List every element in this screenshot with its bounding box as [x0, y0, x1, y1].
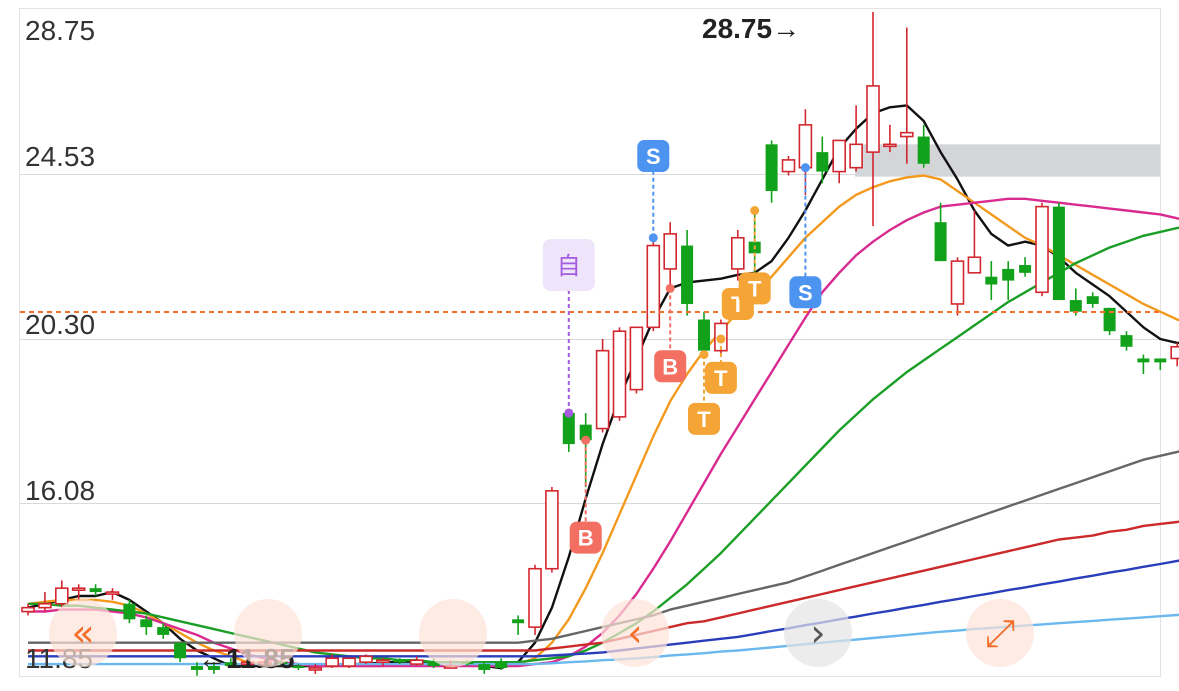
candle[interactable]: [89, 588, 102, 593]
candle[interactable]: [512, 619, 525, 624]
control-background: [419, 599, 487, 667]
candle[interactable]: [123, 603, 136, 620]
candle[interactable]: [1120, 335, 1133, 347]
candle[interactable]: [1137, 358, 1150, 363]
candle[interactable]: [1086, 296, 1099, 304]
candle[interactable]: [21, 606, 35, 613]
marker-label: 自: [557, 252, 581, 280]
candle[interactable]: [595, 349, 610, 430]
candle[interactable]: [308, 667, 323, 671]
candle[interactable]: [140, 619, 153, 628]
candle[interactable]: [478, 664, 491, 670]
y-axis-label: 20.30: [25, 309, 95, 340]
candle[interactable]: [698, 319, 710, 351]
candle[interactable]: [967, 256, 982, 274]
marker-label: B: [578, 526, 594, 551]
marker-dot: [800, 163, 810, 173]
marker-dot: [750, 206, 760, 216]
candle[interactable]: [832, 139, 847, 173]
candle[interactable]: [934, 222, 947, 262]
y-axis-label: 28.75: [25, 15, 95, 46]
candle[interactable]: [765, 144, 778, 192]
marker-label: T: [748, 276, 762, 301]
candle[interactable]: [950, 260, 965, 305]
marker-label: S: [798, 280, 813, 305]
candle[interactable]: [646, 244, 661, 329]
candle[interactable]: [629, 326, 644, 391]
candle[interactable]: [562, 412, 575, 445]
pause-button[interactable]: [419, 599, 487, 667]
kline-chart-svg: 28.7524.5320.3016.0811.85 28.75→←11.85 «…: [19, 8, 1179, 677]
fullscreen-button[interactable]: ⤢: [966, 599, 1034, 667]
candle[interactable]: [663, 233, 678, 270]
candle[interactable]: [917, 136, 930, 164]
candle[interactable]: [174, 642, 187, 659]
prev-button[interactable]: ‹: [601, 599, 669, 667]
marker-label: T: [697, 407, 711, 432]
candle[interactable]: [54, 587, 69, 605]
next-icon: ›: [810, 611, 825, 655]
candle[interactable]: [1170, 345, 1179, 360]
trade-marker-self[interactable]: 自: [542, 239, 595, 418]
chart-border: [19, 8, 1161, 677]
candle[interactable]: [38, 602, 52, 609]
candle[interactable]: [866, 85, 880, 153]
marker-dot: [648, 233, 658, 243]
marker-dot: [716, 334, 726, 344]
rewind-button[interactable]: «: [49, 599, 117, 667]
candle[interactable]: [545, 490, 559, 570]
candle[interactable]: [1019, 265, 1032, 273]
candle[interactable]: [883, 143, 897, 148]
marker-label: B: [662, 354, 678, 379]
step-back-button[interactable]: [234, 599, 302, 667]
candle[interactable]: [798, 124, 813, 169]
y-axis-label: 24.53: [25, 141, 95, 172]
candle[interactable]: [1154, 358, 1167, 363]
candle[interactable]: [409, 659, 424, 665]
candle[interactable]: [849, 143, 863, 169]
prev-icon: ‹: [627, 611, 642, 655]
y-axis-label: 16.08: [25, 475, 95, 506]
candle[interactable]: [71, 587, 86, 591]
fullscreen-icon: ⤢: [985, 611, 1015, 655]
trade-marker-sell[interactable]: S: [789, 163, 822, 309]
candle[interactable]: [393, 660, 406, 663]
kline-chart[interactable]: 28.7524.5320.3016.0811.85 28.75→←11.85 «…: [0, 0, 1179, 686]
max-price-label: 28.75→: [702, 13, 800, 44]
candle[interactable]: [730, 236, 745, 270]
marker-label: S: [646, 144, 661, 169]
trade-marker-sell[interactable]: S: [637, 140, 670, 243]
candle[interactable]: [325, 657, 340, 667]
candle[interactable]: [681, 245, 694, 304]
marker-dot: [581, 435, 591, 445]
candle[interactable]: [1052, 206, 1065, 301]
candle[interactable]: [359, 655, 373, 663]
next-button[interactable]: ›: [784, 599, 852, 667]
resistance-zone: [855, 144, 1160, 177]
marker-dot: [699, 350, 709, 360]
control-background: [234, 599, 302, 667]
candle[interactable]: [781, 159, 796, 173]
candle[interactable]: [1069, 300, 1082, 312]
candle[interactable]: [985, 276, 998, 285]
candle[interactable]: [342, 657, 356, 667]
candle[interactable]: [105, 591, 120, 595]
candle[interactable]: [1002, 268, 1015, 281]
ma-line: [28, 197, 1179, 668]
candle[interactable]: [495, 662, 508, 668]
candle[interactable]: [1035, 205, 1049, 294]
marker-dot: [665, 283, 675, 293]
candle[interactable]: [157, 627, 170, 635]
candle[interactable]: [899, 131, 914, 138]
candle[interactable]: [528, 567, 542, 628]
rewind-icon: «: [71, 611, 94, 655]
candle[interactable]: [816, 152, 829, 172]
candle[interactable]: [376, 659, 390, 664]
marker-dot: [564, 408, 574, 418]
candle[interactable]: [612, 330, 627, 418]
marker-label: T: [714, 366, 728, 391]
